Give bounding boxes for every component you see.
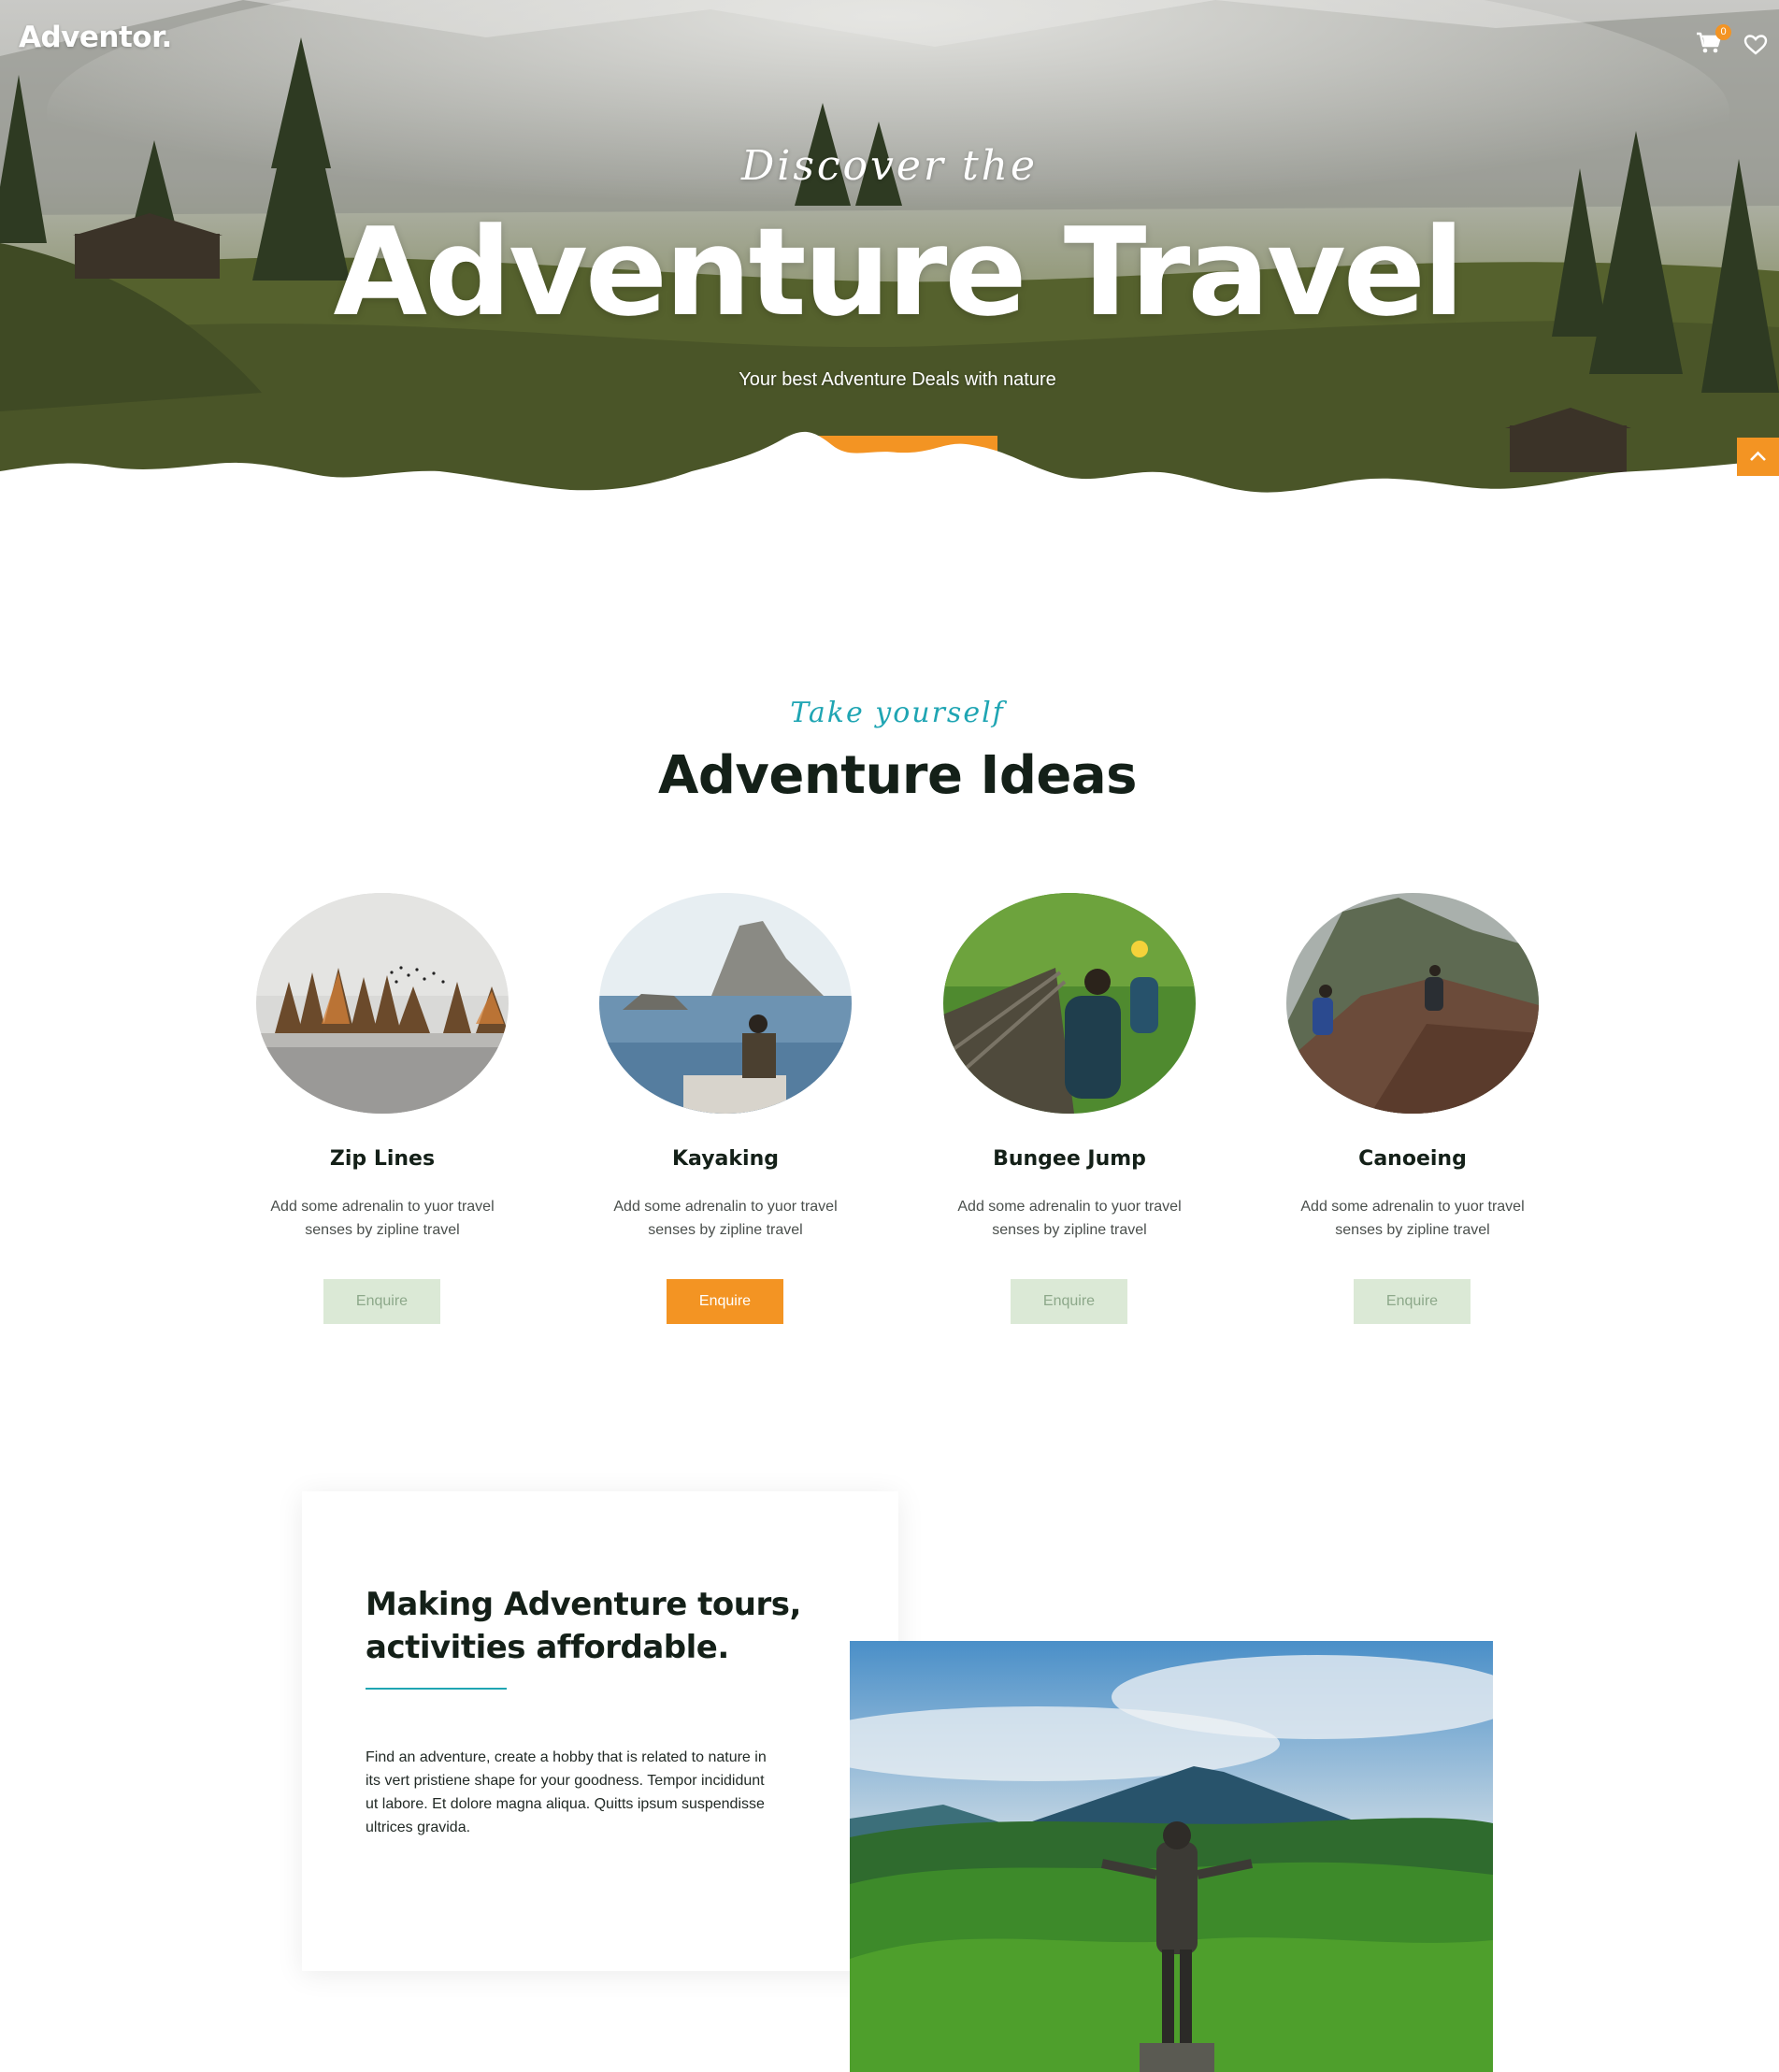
- about-title: Making Adventure tours, activities affor…: [366, 1586, 801, 1666]
- card-description: Add some adrenalin to yuor travel senses…: [1300, 1199, 1525, 1238]
- ideas-script-heading: Take yourself: [790, 697, 1005, 729]
- card-title: Zip Lines: [329, 1147, 436, 1171]
- idea-card-zip-lines: Zip Lines Add some adrenalin to yuor tra…: [242, 893, 523, 1332]
- hero-title: Adventure Travel: [333, 201, 1464, 343]
- card-title: Bungee Jump: [993, 1147, 1146, 1171]
- scroll-to-top-button[interactable]: [1737, 438, 1779, 476]
- ideas-title: Adventure Ideas: [657, 745, 1138, 806]
- hero-section: Adventor. 0 Discover the Adventure Trave…: [0, 0, 1779, 510]
- hero-subtitle: Your best Adventure Deals with nature: [739, 369, 1056, 390]
- enquire-button[interactable]: Enquire: [1011, 1279, 1127, 1324]
- heart-icon[interactable]: [1743, 34, 1768, 56]
- enquire-button[interactable]: Enquire: [1354, 1279, 1471, 1324]
- idea-card-kayaking: Kayaking Add some adrenalin to yuor trav…: [585, 893, 866, 1332]
- enquire-button[interactable]: Enquire: [667, 1279, 783, 1324]
- hero-script-heading: Discover the: [740, 142, 1039, 190]
- idea-card-bungee-jump: Bungee Jump Add some adrenalin to yuor t…: [929, 893, 1210, 1332]
- zip-lines-image: [256, 893, 509, 1114]
- about-text: Find an adventure, create a hobby that i…: [366, 1749, 767, 1835]
- chevron-up-icon: [1750, 451, 1766, 461]
- about-divider: [366, 1688, 507, 1690]
- enquire-button[interactable]: Enquire: [323, 1279, 440, 1324]
- idea-card-canoeing: Canoeing Add some adrenalin to yuor trav…: [1272, 893, 1553, 1332]
- header-icons: 0: [1695, 24, 1779, 62]
- card-description: Add some adrenalin to yuor travel senses…: [270, 1199, 495, 1238]
- bungee-jump-image: [943, 893, 1196, 1114]
- cart-count-badge: 0: [1715, 24, 1731, 40]
- card-title: Canoeing: [1358, 1147, 1467, 1171]
- hero-bottom-wave: [0, 431, 1779, 510]
- card-description: Add some adrenalin to yuor travel senses…: [613, 1199, 838, 1238]
- kayaking-image: [599, 893, 852, 1114]
- card-title: Kayaking: [672, 1147, 779, 1171]
- about-card: Making Adventure tours, activities affor…: [302, 1491, 898, 1971]
- canoeing-image: [1286, 893, 1539, 1114]
- about-photo: [850, 1641, 1493, 2072]
- brand-logo[interactable]: Adventor.: [19, 21, 172, 54]
- card-description: Add some adrenalin to yuor travel senses…: [957, 1199, 1182, 1238]
